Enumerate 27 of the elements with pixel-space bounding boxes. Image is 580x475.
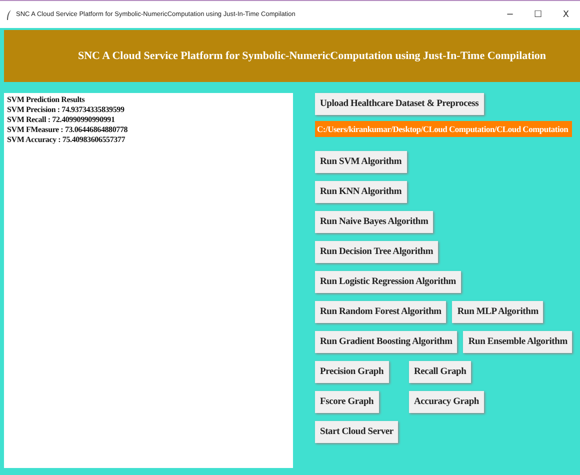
action-button[interactable]: Run Random Forest Algorithm [315, 301, 446, 323]
action-button[interactable]: Recall Graph [409, 361, 472, 383]
result-line: SVM Recall : 72.40990990990991 [7, 115, 116, 125]
result-line: SVM FMeasure : 73.06446864880778 [7, 125, 129, 135]
action-button[interactable]: Run Decision Tree Algorithm [315, 241, 438, 263]
result-line: SVM Accuracy : 75.40983606557377 [7, 135, 126, 145]
action-button[interactable]: Run Gradient Boosting Algorithm [315, 331, 458, 353]
result-line: SVM Precision : 74.93734335839599 [7, 105, 126, 115]
action-button[interactable]: Run KNN Algorithm [315, 181, 407, 203]
action-button[interactable]: Run Ensemble Algorithm [463, 331, 572, 353]
action-button[interactable]: Start Cloud Server [315, 421, 398, 443]
action-button[interactable]: Fscore Graph [315, 391, 379, 413]
action-button[interactable]: Precision Graph [315, 361, 389, 383]
action-button[interactable]: Run Naive Bayes Algorithm [315, 211, 434, 233]
maximize-button[interactable]: ☐ [524, 10, 552, 20]
action-button[interactable]: Run MLP Algorithm [452, 301, 544, 323]
action-button[interactable]: Run SVM Algorithm [315, 151, 407, 173]
action-button[interactable]: Run Logistic Regression Algorithm [315, 271, 461, 293]
path-label: C:/Users/kirankumar/Desktop/CLoud Computation/CLoud Computation [315, 121, 572, 137]
app-title: SNC A Cloud Service Platform for Symbolic-NumericComputation using Just-In-Time Compilation [76, 50, 546, 62]
upload-button[interactable]: Upload Healthcare Dataset & Preprocess [315, 93, 484, 115]
results-text-area[interactable]: SVM Prediction Results SVM Precision : 74.93734335839599 SVM Recall : 72.40990990990991 SVM FMeasure : 73.06446864880778 SVM Accuracy : 75.40983606557377 [4, 93, 293, 468]
minimize-button[interactable]: − [496, 10, 524, 20]
feather-icon [6, 10, 12, 20]
result-line: SVM Prediction Results [7, 95, 86, 105]
action-button[interactable]: Accuracy Graph [409, 391, 484, 413]
close-button[interactable]: X [552, 10, 580, 20]
